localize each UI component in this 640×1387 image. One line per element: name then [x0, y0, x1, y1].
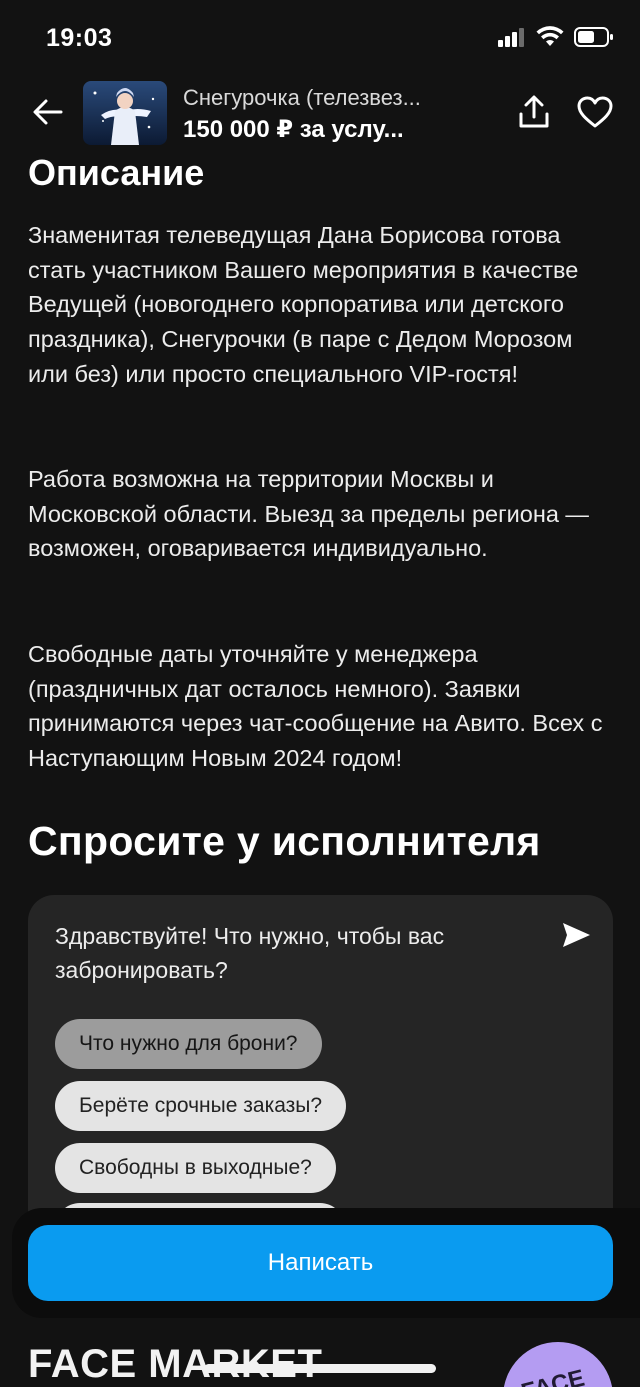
signal-icon — [498, 27, 526, 52]
quick-question-chip[interactable]: Свободны в выходные? — [55, 1143, 336, 1193]
back-arrow-icon — [32, 98, 64, 131]
wifi-icon — [536, 26, 564, 53]
write-message-button[interactable]: Написать — [28, 1225, 613, 1301]
brand-logo-text: FACE — [518, 1364, 588, 1387]
heart-icon — [576, 95, 614, 134]
listing-price: 150 000 ₽ за услу... — [183, 116, 404, 143]
ask-seller-title: Спросите у исполнителя — [28, 818, 541, 864]
status-icons — [498, 26, 614, 53]
ask-question-input[interactable]: Здравствуйте! Что нужно, чтобы вас забро… — [55, 919, 525, 987]
description-paragraph: Знаменитая телеведущая Дана Борисова гот… — [28, 222, 579, 387]
send-button[interactable] — [558, 919, 594, 955]
status-bar: 19:03 — [0, 0, 640, 78]
status-time: 19:03 — [46, 24, 113, 52]
listing-title: Снегурочка (телезвез... — [183, 85, 421, 110]
send-icon — [561, 921, 591, 954]
home-indicator[interactable] — [204, 1364, 436, 1373]
favorite-button[interactable] — [573, 92, 617, 136]
back-button[interactable] — [26, 92, 70, 136]
share-icon — [516, 94, 552, 135]
battery-icon — [574, 26, 614, 53]
share-button[interactable] — [512, 92, 556, 136]
write-message-label: Написать — [267, 1249, 374, 1276]
description-title: Описание — [28, 152, 205, 193]
quick-question-chip[interactable]: Берёте срочные заказы? — [55, 1081, 347, 1131]
quick-question-chip[interactable]: Что нужно для брони? — [55, 1019, 322, 1069]
brand-logo[interactable]: FACE — [503, 1342, 613, 1387]
description-paragraph: Работа возможна на территории Москвы и М… — [28, 466, 589, 562]
ask-seller-card: Здравствуйте! Что нужно, чтобы вас забро… — [28, 895, 613, 1235]
description-paragraph: Свободные даты уточняйте у менеджера (пр… — [28, 641, 603, 772]
listing-header: Снегурочка (телезвез... 150 000 ₽ за усл… — [0, 78, 640, 150]
listing-thumbnail[interactable] — [83, 81, 167, 145]
